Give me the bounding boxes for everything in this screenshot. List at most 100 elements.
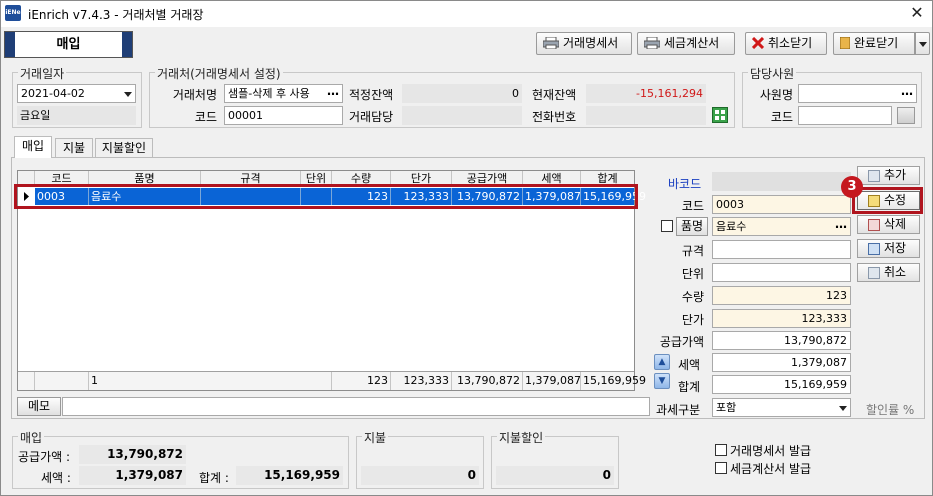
arrow-down-icon[interactable]: ▼ (654, 373, 670, 389)
staff-name-label: 사원명 (759, 88, 793, 102)
total-input[interactable]: 15,169,959 (712, 375, 851, 394)
payment-discount-summary-label: 지불할인 (497, 429, 546, 446)
detail-code-input[interactable]: 0003 (712, 195, 851, 214)
grid-footer: 1 123 123,333 13,790,872 1,379,087 15,16… (18, 371, 646, 390)
mode-indicator: 매입 (4, 31, 133, 58)
spec-input[interactable] (712, 240, 851, 259)
complete-close-dropdown[interactable] (915, 32, 930, 55)
arrow-up-icon[interactable]: ▲ (654, 354, 670, 370)
more-icon: … (901, 84, 913, 98)
items-grid: 코드 품명 규격 단위 수량 단가 공급가액 세액 합계 0003 음료수 12… (14, 170, 646, 391)
supply-label: 공급가액 (659, 335, 704, 349)
chevron-down-icon (124, 92, 132, 97)
cancel-button[interactable]: 취소 (857, 263, 920, 282)
issue-statement-label: 거래명세서 발급 (730, 444, 812, 458)
tax-type-select[interactable]: 포함 (712, 398, 851, 417)
footer-qty: 123 (332, 372, 391, 390)
chevron-down-icon (839, 406, 847, 411)
barcode-label: 바코드 (668, 177, 702, 191)
item-name-field[interactable]: 음료수 … (712, 217, 851, 236)
tab-payment[interactable]: 지불 (55, 138, 93, 157)
partner-name-field[interactable]: 샘플-삭제 후 사용 … (224, 84, 343, 103)
tax-label: 세액 (678, 358, 701, 372)
tax-input[interactable]: 1,379,087 (712, 353, 851, 372)
mode-label: 매입 (56, 37, 81, 52)
delete-icon (868, 219, 880, 231)
staff-group-label: 담당사원 (748, 65, 797, 82)
staff-name-field[interactable]: … (798, 84, 917, 103)
footer-count: 1 (89, 372, 332, 390)
more-icon: … (835, 217, 847, 231)
summary-supply-value: 13,790,872 (79, 445, 186, 464)
add-button[interactable]: 추가 (857, 166, 920, 185)
tab-purchase[interactable]: 매입 (14, 136, 52, 158)
phone-label: 전화번호 (532, 110, 577, 124)
item-name-button[interactable]: 품명 (676, 217, 708, 236)
memo-button[interactable]: 메모 (17, 397, 61, 416)
footer-supply: 13,790,872 (452, 372, 523, 390)
barcode-field (712, 172, 851, 191)
price-label: 단가 (681, 313, 704, 327)
payment-discount-value: 0 (496, 466, 614, 485)
partner-code-label: 코드 (194, 110, 217, 124)
current-balance-value: -15,161,294 (586, 84, 706, 103)
issue-statement-checkbox[interactable] (715, 444, 727, 456)
trade-date-picker[interactable]: 2021-04-02 (17, 84, 136, 103)
purchase-summary-label: 매입 (18, 429, 45, 446)
step-marker-badge: 3 (841, 176, 863, 198)
title-bar: iENe iEnrich v7.4.3 - 거래처별 거래장 ✕ (1, 1, 932, 27)
staff-code-label: 코드 (770, 110, 793, 124)
memo-input[interactable] (62, 397, 650, 416)
summary-total-value: 15,169,959 (236, 466, 343, 485)
close-window-button[interactable]: ✕ (905, 3, 929, 23)
cancel-icon (868, 267, 880, 279)
print-tax-invoice-button[interactable]: 세금계산서 (637, 32, 735, 55)
complete-close-button[interactable]: 완료닫기 (833, 32, 915, 55)
more-icon: … (327, 84, 339, 98)
add-icon (868, 170, 880, 182)
edit-highlight-box (852, 187, 923, 214)
print-statement-button[interactable]: 거래명세서 (536, 32, 632, 55)
footer-total: 15,169,959 (581, 372, 646, 390)
unit-label: 단위 (681, 267, 704, 281)
summary-total-label: 합계 : (199, 471, 229, 485)
total-label: 합계 (678, 380, 701, 394)
summary-tax-value: 1,379,087 (79, 466, 186, 485)
partner-name-label: 거래처명 (172, 88, 217, 102)
footer-tax: 1,379,087 (523, 372, 581, 390)
issue-tax-invoice-checkbox[interactable] (715, 462, 727, 474)
delete-button[interactable]: 삭제 (857, 215, 920, 234)
qty-input[interactable]: 123 (712, 286, 851, 305)
printer-icon (643, 35, 661, 50)
staff-lookup-icon[interactable] (897, 107, 915, 124)
cancel-close-button[interactable]: 취소닫기 (745, 32, 827, 55)
save-button[interactable]: 저장 (857, 239, 920, 258)
tax-type-label: 과세구분 (656, 403, 701, 417)
discount-rate-label: 할인률 % (866, 403, 915, 417)
proper-balance-label: 적정잔액 (349, 88, 394, 102)
chevron-down-icon (919, 42, 927, 47)
partner-group-label: 거래처(거래명세서 설정) (155, 65, 283, 82)
add-contact-icon[interactable] (712, 107, 728, 123)
document-icon (839, 35, 851, 50)
detail-code-label: 코드 (681, 199, 704, 213)
spec-label: 규격 (681, 244, 704, 258)
phone-value (586, 106, 706, 125)
qty-label: 수량 (681, 290, 704, 304)
item-name-checkbox[interactable] (661, 220, 673, 232)
app-logo-icon: iENe (5, 5, 21, 21)
red-x-icon (751, 35, 765, 50)
printer-icon (542, 35, 560, 50)
partner-manager-value (402, 106, 522, 125)
main-window: iENe iEnrich v7.4.3 - 거래처별 거래장 ✕ 매입 거래명세… (0, 0, 933, 496)
footer-price: 123,333 (391, 372, 452, 390)
unit-input[interactable] (712, 263, 851, 282)
supply-input[interactable]: 13,790,872 (712, 331, 851, 350)
tab-payment-discount[interactable]: 지불할인 (95, 138, 153, 157)
price-input[interactable]: 123,333 (712, 309, 851, 328)
staff-code-input[interactable] (798, 106, 892, 125)
payment-value: 0 (361, 466, 479, 485)
row-highlight-box (14, 184, 638, 209)
partner-manager-label: 거래담당 (349, 110, 394, 124)
partner-code-input[interactable]: 00001 (224, 106, 343, 125)
